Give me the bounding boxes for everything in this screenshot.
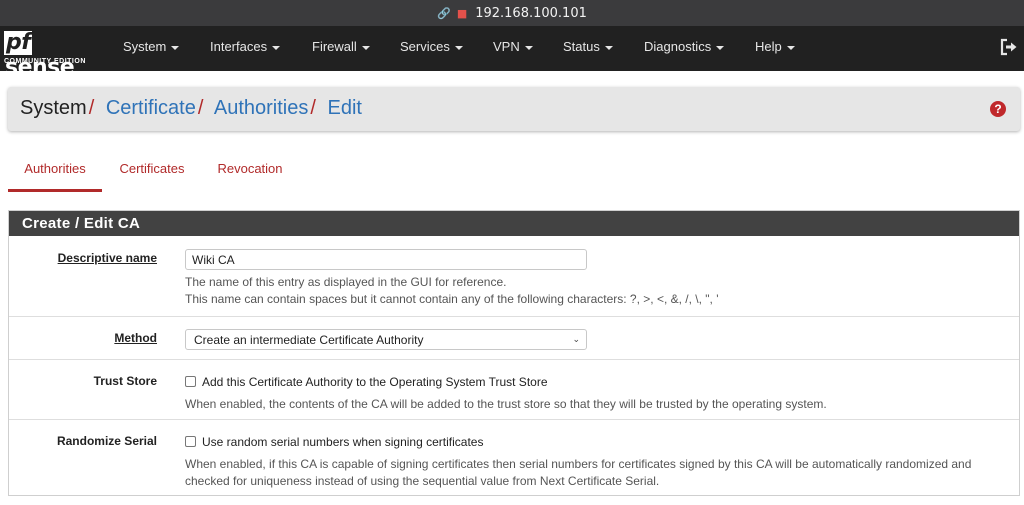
randomize-serial-help-1: When enabled, if this CA is capable of s… <box>185 457 972 471</box>
menu-label: System <box>123 39 167 54</box>
caret-down-icon <box>604 45 613 50</box>
caret-down-icon <box>786 45 795 50</box>
trust-store-row: Trust Store Add this Certificate Authori… <box>9 359 1019 419</box>
randomize-serial-label: Randomize Serial <box>56 434 157 448</box>
menu-interfaces[interactable]: Interfaces <box>210 26 281 71</box>
menu-label: Services <box>400 39 450 54</box>
method-row: Method Create an intermediate Certificat… <box>9 316 1019 359</box>
breadcrumb-system: System <box>20 97 87 119</box>
tab-authorities[interactable]: Authorities <box>8 150 102 192</box>
menu-status[interactable]: Status <box>563 26 613 71</box>
randomize-serial-row: Randomize Serial Use random serial numbe… <box>9 419 1019 496</box>
top-navbar: pfsense COMMUNITY EDITION System Interfa… <box>0 26 1024 80</box>
descriptive-name-row: Descriptive name The name of this entry … <box>9 236 1019 316</box>
menu-label: Status <box>563 39 600 54</box>
menu-vpn[interactable]: VPN <box>493 26 533 71</box>
menu-firewall[interactable]: Firewall <box>312 26 370 71</box>
trust-store-label: Trust Store <box>93 374 157 388</box>
method-selected-value: Create an intermediate Certificate Autho… <box>194 333 424 347</box>
menu-label: Help <box>755 39 782 54</box>
breadcrumb-separator: / <box>310 97 316 119</box>
breadcrumb: System / Certificate / Authorities / Edit <box>20 97 362 120</box>
panel-title: Create / Edit CA <box>9 211 1019 236</box>
breadcrumb-authorities[interactable]: Authorities <box>214 97 309 119</box>
create-edit-ca-panel: Create / Edit CA Descriptive name The na… <box>8 210 1020 496</box>
breadcrumb-edit[interactable]: Edit <box>327 97 361 119</box>
trust-store-help: When enabled, the contents of the CA wil… <box>185 397 827 411</box>
caret-down-icon <box>272 45 281 50</box>
pfsense-logo[interactable]: pfsense COMMUNITY EDITION <box>4 30 98 80</box>
tab-certificates[interactable]: Certificates <box>112 150 192 192</box>
caret-down-icon <box>361 45 370 50</box>
descriptive-name-help-2: This name can contain spaces but it cann… <box>185 292 719 306</box>
tab-revocation[interactable]: Revocation <box>212 150 288 192</box>
menu-help[interactable]: Help <box>755 26 795 71</box>
randomize-serial-help-2: checked for uniqueness instead of using … <box>185 474 660 488</box>
logout-icon[interactable] <box>1000 38 1018 56</box>
chevron-down-icon: ⌄ <box>572 334 580 344</box>
menu-label: VPN <box>493 39 520 54</box>
menu-label: Firewall <box>312 39 357 54</box>
menu-label: Interfaces <box>210 39 268 54</box>
method-label: Method <box>114 331 157 345</box>
randomize-serial-checkbox[interactable] <box>185 436 196 447</box>
randomize-serial-checkbox-label[interactable]: Use random serial numbers when signing c… <box>202 435 483 449</box>
method-select[interactable]: Create an intermediate Certificate Autho… <box>185 329 587 350</box>
descriptive-name-input[interactable] <box>185 249 587 270</box>
lock-icon: ■ <box>456 6 468 20</box>
descriptive-name-label: Descriptive name <box>57 251 157 265</box>
logo-edition: COMMUNITY EDITION <box>4 58 86 65</box>
menu-label: Diagnostics <box>644 39 712 54</box>
address-bar[interactable]: 🔗 ■ 192.168.100.101 <box>0 0 1024 26</box>
descriptive-name-help-1: The name of this entry as displayed in t… <box>185 275 507 289</box>
caret-down-icon <box>171 45 180 50</box>
question-circle-icon[interactable]: ? <box>990 101 1006 117</box>
trust-store-checkbox-label[interactable]: Add this Certificate Authority to the Op… <box>202 375 548 389</box>
breadcrumb-certificate[interactable]: Certificate <box>106 97 196 119</box>
caret-down-icon <box>716 45 725 50</box>
menu-services[interactable]: Services <box>400 26 463 71</box>
menu-system[interactable]: System <box>123 26 180 71</box>
breadcrumb-separator: / <box>88 97 95 119</box>
logo-pf: pf <box>4 30 33 55</box>
link-icon: 🔗 <box>437 6 451 20</box>
breadcrumb-panel: System / Certificate / Authorities / Edit ? <box>8 87 1020 131</box>
breadcrumb-separator: / <box>197 97 204 119</box>
menu-diagnostics[interactable]: Diagnostics <box>644 26 725 71</box>
trust-store-checkbox[interactable] <box>185 376 196 387</box>
url-text: 192.168.100.101 <box>475 5 587 21</box>
caret-down-icon <box>454 45 463 50</box>
caret-down-icon <box>524 45 533 50</box>
